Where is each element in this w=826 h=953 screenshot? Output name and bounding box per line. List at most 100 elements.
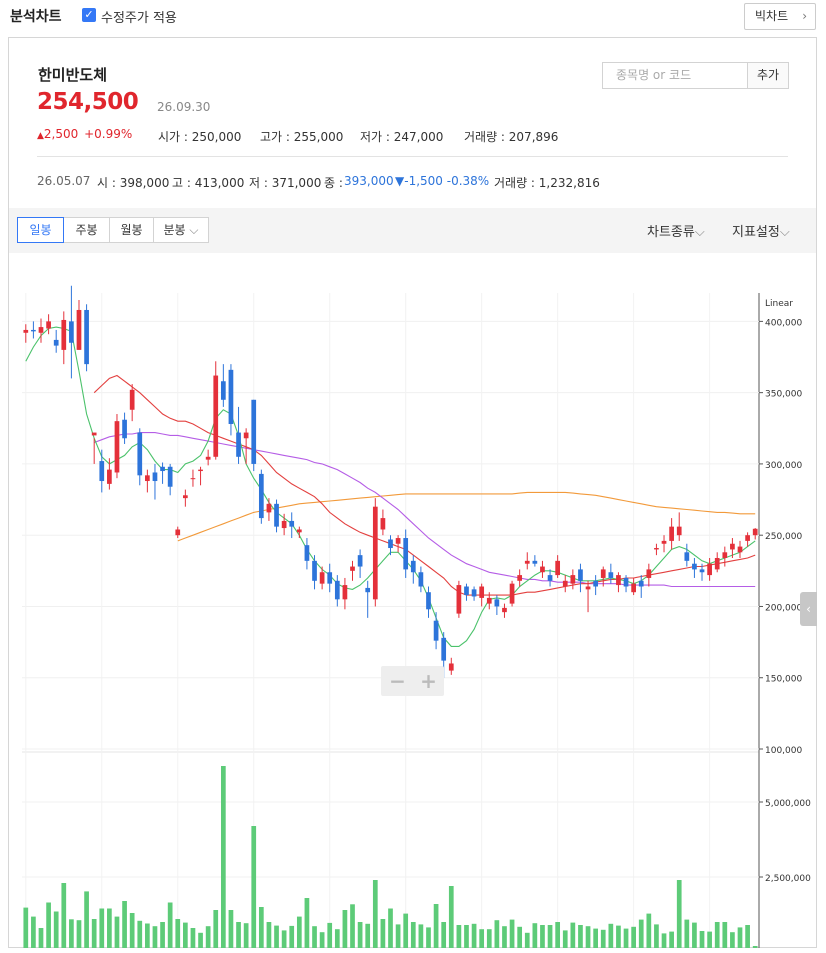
candle-body — [479, 586, 485, 598]
candle-body — [175, 529, 181, 536]
candle-body — [517, 575, 523, 581]
side-panel-toggle[interactable]: ‹ — [800, 592, 817, 626]
candle-body — [578, 569, 583, 581]
candle-body — [91, 432, 97, 436]
big-chart-button[interactable]: 빅차트 › — [744, 3, 816, 30]
add-button[interactable]: 추가 — [747, 62, 789, 89]
candle-body — [327, 572, 333, 584]
candle-body — [84, 309, 89, 365]
tab-weekly[interactable]: 주봉 — [63, 217, 110, 243]
volume-bar — [456, 925, 462, 948]
volume-bar — [243, 923, 249, 948]
volume-bar — [228, 910, 234, 948]
volume-bar — [547, 925, 553, 948]
price-tick-label: 150,000 — [765, 675, 802, 685]
chart-type-dropdown[interactable]: 차트종류⌵ — [647, 221, 705, 240]
volume-bar — [486, 929, 492, 948]
volume-bar — [236, 922, 241, 948]
volume-bar — [699, 931, 705, 948]
volume-bar — [372, 880, 378, 948]
candle-body — [145, 475, 150, 482]
volume-bar — [433, 904, 439, 948]
adjusted-price-label[interactable]: 수정주가 적용 — [101, 7, 177, 26]
change-amount: 2,500 — [43, 127, 79, 141]
candle-body — [357, 555, 363, 567]
volume-bar — [410, 922, 416, 948]
indicator-settings-dropdown[interactable]: 지표설정⌵ — [732, 221, 790, 240]
high-price: 고가 : 255,000 — [260, 130, 344, 144]
volume-bar — [342, 910, 348, 948]
chart-panel: 한미반도체 254,500 26.09.30 ▲2,500 +0.99% 시가 … — [8, 37, 817, 948]
volume-bar — [448, 886, 454, 948]
volume-bar — [312, 926, 317, 948]
candle-body — [608, 572, 614, 578]
candle-body — [631, 583, 636, 593]
candle-body — [441, 637, 447, 661]
candle-body — [714, 557, 720, 570]
candle-body — [646, 569, 652, 578]
candle-body — [114, 421, 120, 473]
candle-body — [684, 552, 690, 561]
candle-body — [593, 580, 598, 587]
zoom-in-button[interactable]: + — [413, 667, 444, 695]
adjusted-price-checkbox[interactable]: ✓ — [82, 8, 96, 22]
candle-body — [107, 469, 112, 484]
volume-bar — [84, 891, 89, 948]
zoom-out-button[interactable]: − — [382, 667, 413, 695]
candle-body — [213, 375, 219, 457]
volume-bar — [502, 926, 507, 948]
volume-bar — [152, 926, 158, 948]
volume-bar — [380, 919, 386, 948]
top-bar: 분석차트 ✓ 수정주가 적용 빅차트 › — [0, 0, 826, 34]
indicator-settings-label: 지표설정 — [732, 225, 780, 240]
candle-body — [752, 528, 758, 536]
tab-minute[interactable]: 분봉 ⌵ — [153, 217, 209, 243]
tab-monthly[interactable]: 월봉 — [109, 217, 154, 243]
volume-bar — [76, 920, 82, 948]
candle-body — [69, 321, 74, 343]
stock-search-input[interactable]: 종목명 or 코드 — [602, 62, 748, 89]
volume-bar — [509, 919, 515, 948]
volume-bar — [327, 922, 333, 948]
candle-body — [160, 466, 165, 472]
candle-body — [699, 569, 705, 573]
candle-body — [312, 560, 317, 581]
price-chart[interactable]: 400,000 350,000 300,000 250,000 200,000 150,0… — [9, 253, 816, 948]
price-change: ▲2,500 +0.99% — [37, 127, 132, 141]
volume-bar — [517, 926, 523, 948]
price-tick-label: 350,000 — [765, 390, 802, 400]
prev-change-percent: -0.38% — [446, 174, 490, 188]
divider — [37, 156, 788, 157]
candle-body — [707, 563, 712, 576]
price-tick-label: 250,000 — [765, 532, 802, 542]
candle-body — [274, 503, 279, 527]
candle-body — [319, 572, 325, 584]
chart-type-label: 차트종류 — [647, 225, 695, 240]
candle-body — [205, 456, 211, 460]
volume-bar — [578, 925, 583, 948]
candle-body — [380, 518, 386, 530]
volume-bar — [137, 920, 143, 948]
volume-bar — [707, 931, 712, 948]
candle-body — [23, 329, 29, 333]
volume-bar — [600, 929, 606, 948]
tab-daily[interactable]: 일봉 — [17, 217, 64, 243]
candle-body — [152, 472, 158, 482]
candle-body — [486, 597, 492, 604]
volume-bar — [752, 946, 758, 948]
chart-toolbar: 일봉 주봉 월봉 분봉 ⌵ 차트종류⌵ 지표설정⌵ — [9, 208, 816, 253]
current-price: 254,500 — [37, 89, 139, 115]
candle-body — [228, 369, 234, 425]
volume-bar — [61, 883, 67, 948]
ma5-line — [25, 326, 756, 647]
volume-bar — [684, 919, 690, 948]
candle-body — [524, 560, 530, 564]
candle-body — [296, 529, 302, 533]
candle-body — [418, 572, 424, 587]
volume-bar — [623, 928, 629, 948]
volume-bar — [198, 932, 203, 948]
candle-body — [236, 432, 241, 457]
volume-bar — [692, 922, 697, 948]
open-price: 시가 : 250,000 — [158, 130, 242, 144]
volume-bar — [570, 922, 576, 948]
